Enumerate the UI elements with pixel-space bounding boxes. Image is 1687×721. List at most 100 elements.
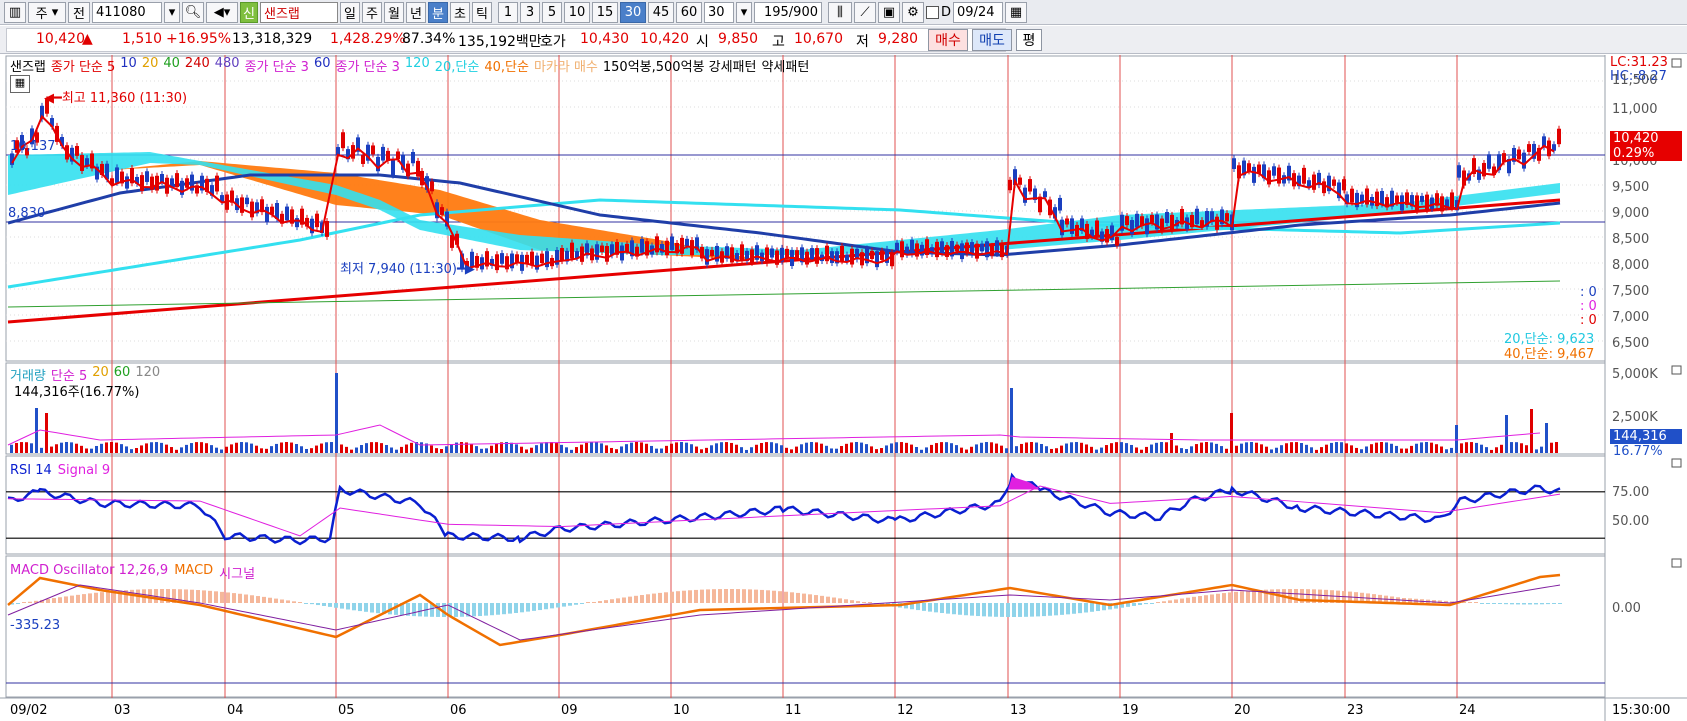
price-legend-item[interactable]: 60 xyxy=(314,56,331,75)
interval-tab-1[interactable]: 3 xyxy=(520,1,540,23)
period-tab-0[interactable]: 일 xyxy=(340,1,360,23)
gear-icon[interactable]: ⚙ xyxy=(902,1,924,23)
volume-bar xyxy=(1225,448,1228,453)
chart-area[interactable]: 샌즈랩 종가 단순 5 10 20 40 240 480 종가 단순 3 60 종가 단순 3 12… xyxy=(0,55,1687,721)
macd-legend-item[interactable]: 시그널 xyxy=(219,563,255,582)
volume-bar xyxy=(315,445,318,453)
volume-bar xyxy=(1535,449,1538,453)
stock-range-button[interactable]: 전 xyxy=(68,1,90,23)
volume-bar xyxy=(825,445,828,453)
price-legend-item[interactable]: 40 xyxy=(163,56,180,75)
candle-icon[interactable]: ⫼ xyxy=(828,1,852,23)
stock-type-select[interactable]: 주 ▾ xyxy=(28,1,66,23)
candle-body xyxy=(250,201,254,218)
grid-toggle-icon[interactable]: ▦ xyxy=(10,75,30,93)
date-input[interactable]: 09/24 xyxy=(953,1,1004,23)
volume-bar xyxy=(1445,449,1448,453)
candle-body xyxy=(115,167,119,183)
panel-close-icon[interactable] xyxy=(1671,58,1682,68)
price-legend-item[interactable]: 20 xyxy=(142,56,159,75)
macd-legend-item[interactable]: MACD Oscillator 12,26,9 xyxy=(10,563,168,582)
volume-bar xyxy=(675,442,678,453)
interval-tab-4[interactable]: 15 xyxy=(592,1,618,23)
layout-icon[interactable]: ▥ xyxy=(4,1,26,23)
rsi-legend-item[interactable]: RSI 14 xyxy=(10,463,52,478)
date-checkbox[interactable] xyxy=(926,5,939,19)
period-tab-6[interactable]: 틱 xyxy=(472,1,492,23)
panel-close-icon[interactable] xyxy=(1671,458,1682,468)
volume-bar xyxy=(780,445,783,453)
line-tool-icon[interactable]: ⟋ xyxy=(854,1,876,23)
code-dropdown-icon[interactable]: ▾ xyxy=(164,1,180,23)
panel-close-icon[interactable] xyxy=(1671,365,1682,375)
period-tab-1[interactable]: 주 xyxy=(362,1,382,23)
interval-tab-5[interactable]: 30 xyxy=(620,1,646,23)
price-legend-item[interactable]: 종가 단순 5 xyxy=(51,56,115,75)
average-button[interactable]: 평 xyxy=(1016,29,1042,51)
stock-name-field[interactable]: 샌즈랩 xyxy=(260,1,338,23)
volume-bar xyxy=(140,445,143,453)
price-legend-item[interactable]: 20,단순 xyxy=(435,56,480,75)
price-legend-item[interactable]: 150억봉,500억봉 강세패턴 xyxy=(603,56,757,75)
macd-histogram-bar xyxy=(616,598,620,603)
current-price-tag: 10,420 xyxy=(1610,131,1682,146)
period-tab-2[interactable]: 월 xyxy=(384,1,404,23)
search-icon[interactable]: 🔍︎ xyxy=(182,1,204,23)
macd-histogram-bar xyxy=(796,592,800,603)
period-tab-3[interactable]: 년 xyxy=(406,1,426,23)
volume-bar xyxy=(1090,446,1093,453)
price-legend-item[interactable]: 약세패턴 xyxy=(761,56,809,75)
candle-body xyxy=(295,218,299,228)
save-icon[interactable]: ▣ xyxy=(878,1,900,23)
panel-close-icon[interactable] xyxy=(1671,558,1682,568)
volume-bar xyxy=(985,442,988,453)
price-legend-item[interactable]: 종가 단순 3 xyxy=(336,56,400,75)
axis-tick: 2,500K xyxy=(1612,410,1658,425)
volume-bar xyxy=(1400,448,1403,453)
candle-body xyxy=(1215,216,1219,230)
volume-bar xyxy=(865,444,868,453)
interval-select[interactable]: 30 xyxy=(704,1,734,23)
macd-histogram-bar xyxy=(970,603,974,616)
period-tab-5[interactable]: 초 xyxy=(450,1,470,23)
volume-bar xyxy=(65,442,68,453)
volume-bar xyxy=(1460,443,1463,453)
candle-body xyxy=(325,220,329,237)
price-legend-item[interactable]: 종가 단순 3 xyxy=(245,56,309,75)
period-tab-4[interactable]: 분 xyxy=(428,1,448,23)
macd-histogram-bar xyxy=(238,593,242,603)
candle-body xyxy=(560,248,564,262)
price-legend-item[interactable]: 마카라 매수 xyxy=(534,56,598,75)
interval-tab-3[interactable]: 10 xyxy=(564,1,590,23)
volume-bar xyxy=(1360,449,1363,453)
interval-dropdown-icon[interactable]: ▾ xyxy=(736,1,752,23)
price-legend-item[interactable]: 480 xyxy=(215,56,240,75)
volume-bar xyxy=(795,446,798,453)
speaker-icon[interactable]: ◀▾ xyxy=(206,1,238,23)
interval-tab-0[interactable]: 1 xyxy=(498,1,518,23)
interval-tab-6[interactable]: 45 xyxy=(648,1,674,23)
interval-tab-7[interactable]: 60 xyxy=(676,1,702,23)
sell-button[interactable]: 매도 xyxy=(972,29,1012,51)
bar-count-field[interactable]: 195/900 xyxy=(754,1,822,23)
macd-legend-item[interactable]: MACD xyxy=(174,563,213,582)
candle-body xyxy=(1350,188,1354,203)
calendar-icon[interactable]: ▦ xyxy=(1005,1,1028,23)
candle-body xyxy=(381,146,385,161)
macd-histogram-bar xyxy=(586,602,590,603)
candle-body xyxy=(545,251,549,268)
macd-histogram-bar xyxy=(262,596,266,603)
volume-bar xyxy=(605,445,608,453)
interval-tab-2[interactable]: 5 xyxy=(542,1,562,23)
macd-histogram-bar xyxy=(1156,602,1160,603)
price-legend-item[interactable]: 40,단순 xyxy=(484,56,529,75)
buy-button[interactable]: 매수 xyxy=(928,29,968,51)
stock-code-input[interactable]: 411080 xyxy=(92,1,162,23)
rsi-legend-item[interactable]: Signal 9 xyxy=(58,463,110,478)
price-legend-item[interactable]: 샌즈랩 xyxy=(10,56,46,75)
price-legend-item[interactable]: 10 xyxy=(120,56,137,75)
price-legend-item[interactable]: 120 xyxy=(405,56,430,75)
candle-body xyxy=(1322,181,1326,194)
volume-bar xyxy=(1065,443,1068,453)
price-legend-item[interactable]: 240 xyxy=(185,56,210,75)
